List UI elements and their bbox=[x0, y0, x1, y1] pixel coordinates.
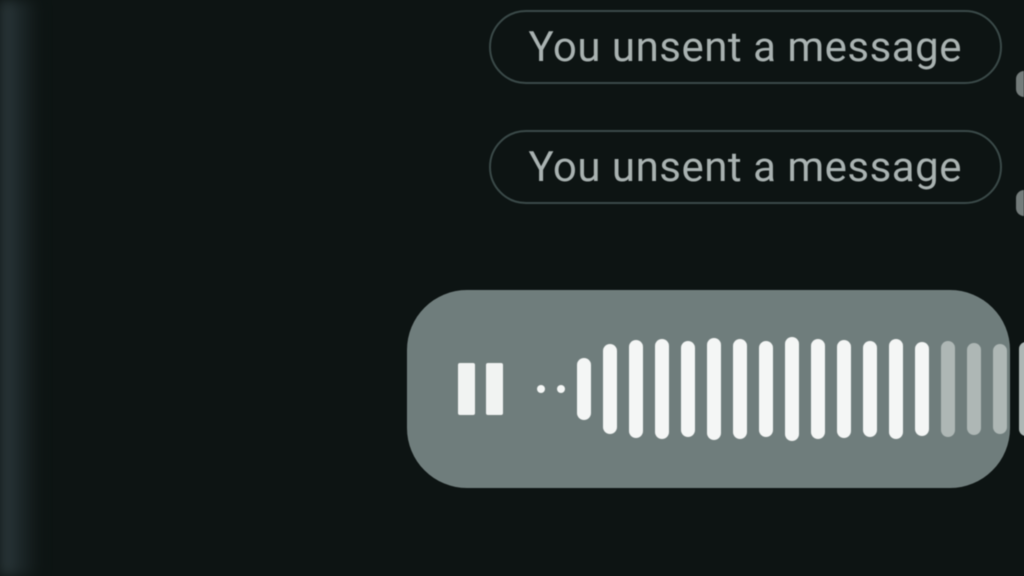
waveform-bar bbox=[967, 343, 981, 435]
unsent-message-pill[interactable]: You unsent a message bbox=[489, 10, 1003, 84]
unsent-message-text: You unsent a message bbox=[529, 143, 963, 192]
pause-button[interactable] bbox=[451, 360, 509, 418]
waveform-bar bbox=[1019, 342, 1024, 436]
waveform-bar bbox=[655, 339, 669, 439]
waveform-bar bbox=[733, 339, 747, 439]
delivery-status-dot bbox=[1016, 190, 1024, 216]
waveform-bar bbox=[889, 339, 903, 439]
waveform-bar bbox=[759, 341, 773, 437]
chat-column: You unsent a message You unsent a messag… bbox=[344, 0, 1024, 576]
waveform-bar bbox=[707, 338, 721, 440]
waveform-bar bbox=[837, 340, 851, 438]
waveform-bar bbox=[941, 341, 955, 437]
audio-waveform[interactable] bbox=[537, 334, 1024, 444]
voice-message-bubble[interactable]: 0:17 bbox=[407, 290, 1010, 488]
waveform-bar bbox=[629, 340, 643, 438]
unsent-message-text: You unsent a message bbox=[529, 23, 963, 72]
chat-viewport: You unsent a message You unsent a messag… bbox=[0, 0, 1024, 576]
waveform-bar bbox=[557, 385, 565, 393]
waveform-bar bbox=[603, 344, 617, 434]
pause-icon bbox=[458, 363, 475, 415]
waveform-bar bbox=[577, 358, 591, 420]
waveform-bar bbox=[811, 339, 825, 439]
waveform-bar bbox=[915, 342, 929, 436]
waveform-bar bbox=[785, 337, 799, 441]
waveform-bar bbox=[537, 385, 545, 393]
waveform-bar bbox=[681, 341, 695, 437]
delivery-status-dot bbox=[1016, 71, 1024, 97]
waveform-bar bbox=[993, 344, 1007, 434]
unsent-message-pill[interactable]: You unsent a message bbox=[489, 130, 1003, 204]
pause-icon bbox=[486, 363, 503, 415]
waveform-bar bbox=[863, 341, 877, 437]
